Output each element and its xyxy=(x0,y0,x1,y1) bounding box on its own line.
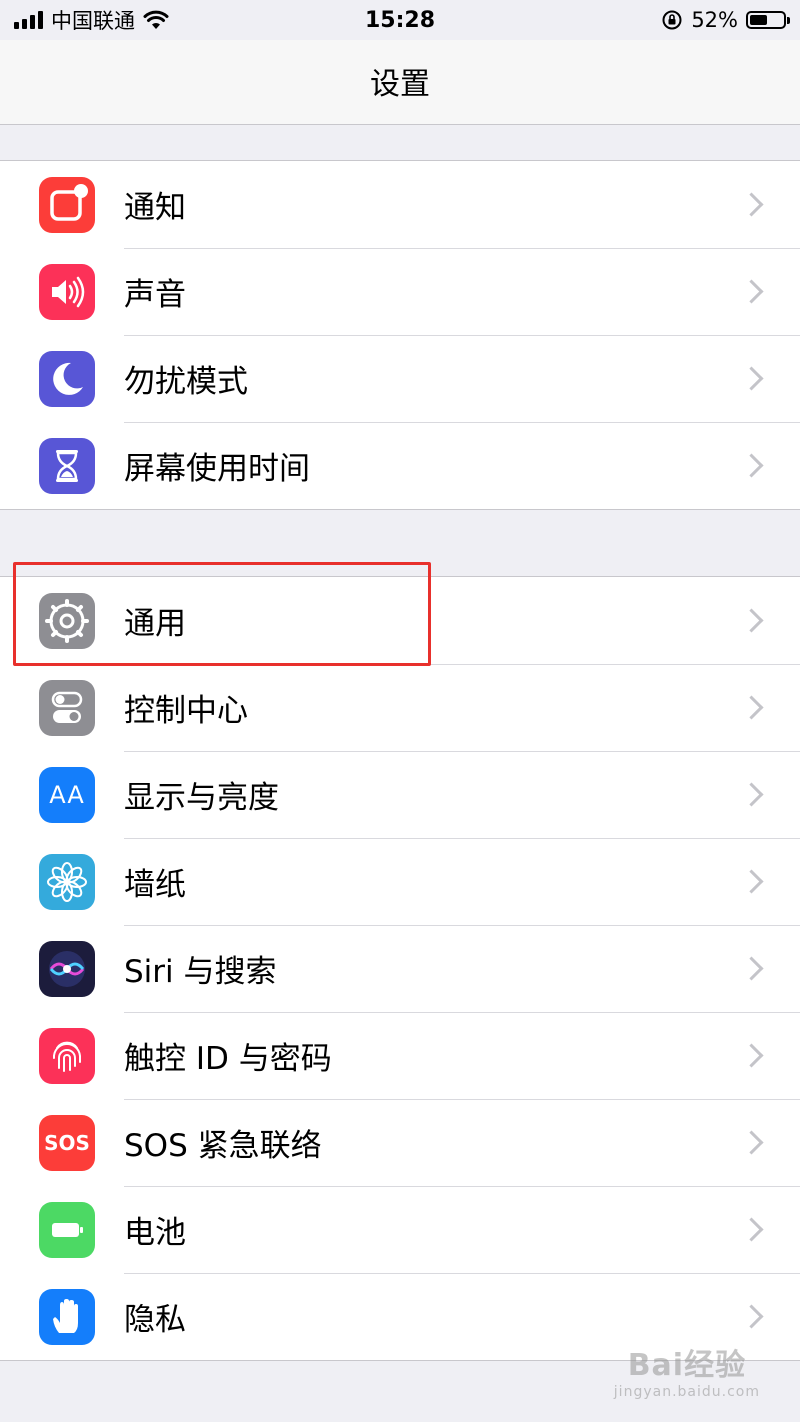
page-title: 设置 xyxy=(370,67,430,102)
chevron-right-icon xyxy=(739,1130,764,1155)
settings-item-label: 声音 xyxy=(124,277,186,313)
chevron-right-icon xyxy=(739,366,764,391)
settings-item-sounds[interactable]: 声音 xyxy=(0,248,800,335)
chevron-right-icon xyxy=(739,453,764,478)
settings-item-display-brightness[interactable]: AA 显示与亮度 xyxy=(0,751,800,838)
hand-icon xyxy=(39,1288,95,1345)
switches-icon xyxy=(39,679,95,736)
chevron-right-icon xyxy=(739,869,764,894)
flower-icon xyxy=(39,853,95,910)
status-bar: 中国联通 15:28 52% xyxy=(0,0,800,40)
highlight-box xyxy=(13,562,431,666)
settings-item-notifications[interactable]: 通知 xyxy=(0,161,800,248)
settings-item-battery[interactable]: 电池 xyxy=(0,1186,800,1273)
notifications-icon xyxy=(39,176,95,233)
watermark-brand: Bai经验 xyxy=(627,1348,747,1383)
chevron-right-icon xyxy=(739,956,764,981)
settings-item-wallpaper[interactable]: 墙纸 xyxy=(0,838,800,925)
status-left: 中国联通 xyxy=(14,5,169,35)
text-size-icon: AA xyxy=(39,766,95,823)
fingerprint-icon xyxy=(39,1027,95,1084)
settings-group-2: 通用 控制中心 AA 显示与亮度 墙纸 Siri 与搜索 触控 ID 与密码 S… xyxy=(0,576,800,1361)
settings-item-label: Siri 与搜索 xyxy=(124,954,277,990)
chevron-right-icon xyxy=(739,608,764,633)
chevron-right-icon xyxy=(739,1304,764,1329)
settings-item-label: 通知 xyxy=(124,190,186,226)
sounds-icon xyxy=(39,263,95,320)
cellular-signal-icon xyxy=(14,11,43,29)
settings-item-label: 电池 xyxy=(124,1215,186,1251)
battery-level xyxy=(750,15,767,25)
wifi-icon xyxy=(143,10,169,29)
settings-item-touch-id-passcode[interactable]: 触控 ID 与密码 xyxy=(0,1012,800,1099)
settings-item-label: 勿扰模式 xyxy=(124,364,248,400)
settings-item-label: 显示与亮度 xyxy=(124,780,279,816)
moon-icon xyxy=(39,350,95,407)
battery-icon xyxy=(746,11,790,29)
chevron-right-icon xyxy=(739,695,764,720)
settings-item-emergency-sos[interactable]: SOS SOS 紧急联络 xyxy=(0,1099,800,1186)
orientation-lock-icon xyxy=(662,10,682,30)
sos-icon-glyph: SOS xyxy=(44,1130,90,1155)
chevron-right-icon xyxy=(739,192,764,217)
chevron-right-icon xyxy=(739,279,764,304)
siri-icon xyxy=(39,940,95,997)
settings-item-label: 控制中心 xyxy=(124,693,248,729)
chevron-right-icon xyxy=(739,1043,764,1068)
settings-item-label: 隐私 xyxy=(124,1302,186,1338)
settings-item-label: 屏幕使用时间 xyxy=(124,451,310,487)
settings-item-siri-search[interactable]: Siri 与搜索 xyxy=(0,925,800,1012)
text-size-icon-glyph: AA xyxy=(49,780,85,809)
settings-item-label: SOS 紧急联络 xyxy=(124,1128,322,1164)
settings-item-do-not-disturb[interactable]: 勿扰模式 xyxy=(0,335,800,422)
sos-icon: SOS xyxy=(39,1114,95,1171)
chevron-right-icon xyxy=(739,782,764,807)
battery-percent: 52% xyxy=(691,8,738,32)
status-right: 52% xyxy=(661,8,790,32)
settings-item-control-center[interactable]: 控制中心 xyxy=(0,664,800,751)
navigation-bar: 设置 xyxy=(0,40,800,125)
settings-group-1: 通知 声音 勿扰模式 屏幕使用时间 xyxy=(0,160,800,510)
settings-item-label: 触控 ID 与密码 xyxy=(124,1041,332,1077)
carrier-name: 中国联通 xyxy=(51,9,135,33)
watermark: Bai经验 jingyan.baidu.com xyxy=(614,1340,760,1400)
settings-item-screen-time[interactable]: 屏幕使用时间 xyxy=(0,422,800,509)
chevron-right-icon xyxy=(739,1217,764,1242)
watermark-url: jingyan.baidu.com xyxy=(613,1384,760,1400)
battery-icon xyxy=(39,1201,95,1258)
settings-item-label: 墙纸 xyxy=(124,867,186,903)
hourglass-icon xyxy=(39,437,95,494)
